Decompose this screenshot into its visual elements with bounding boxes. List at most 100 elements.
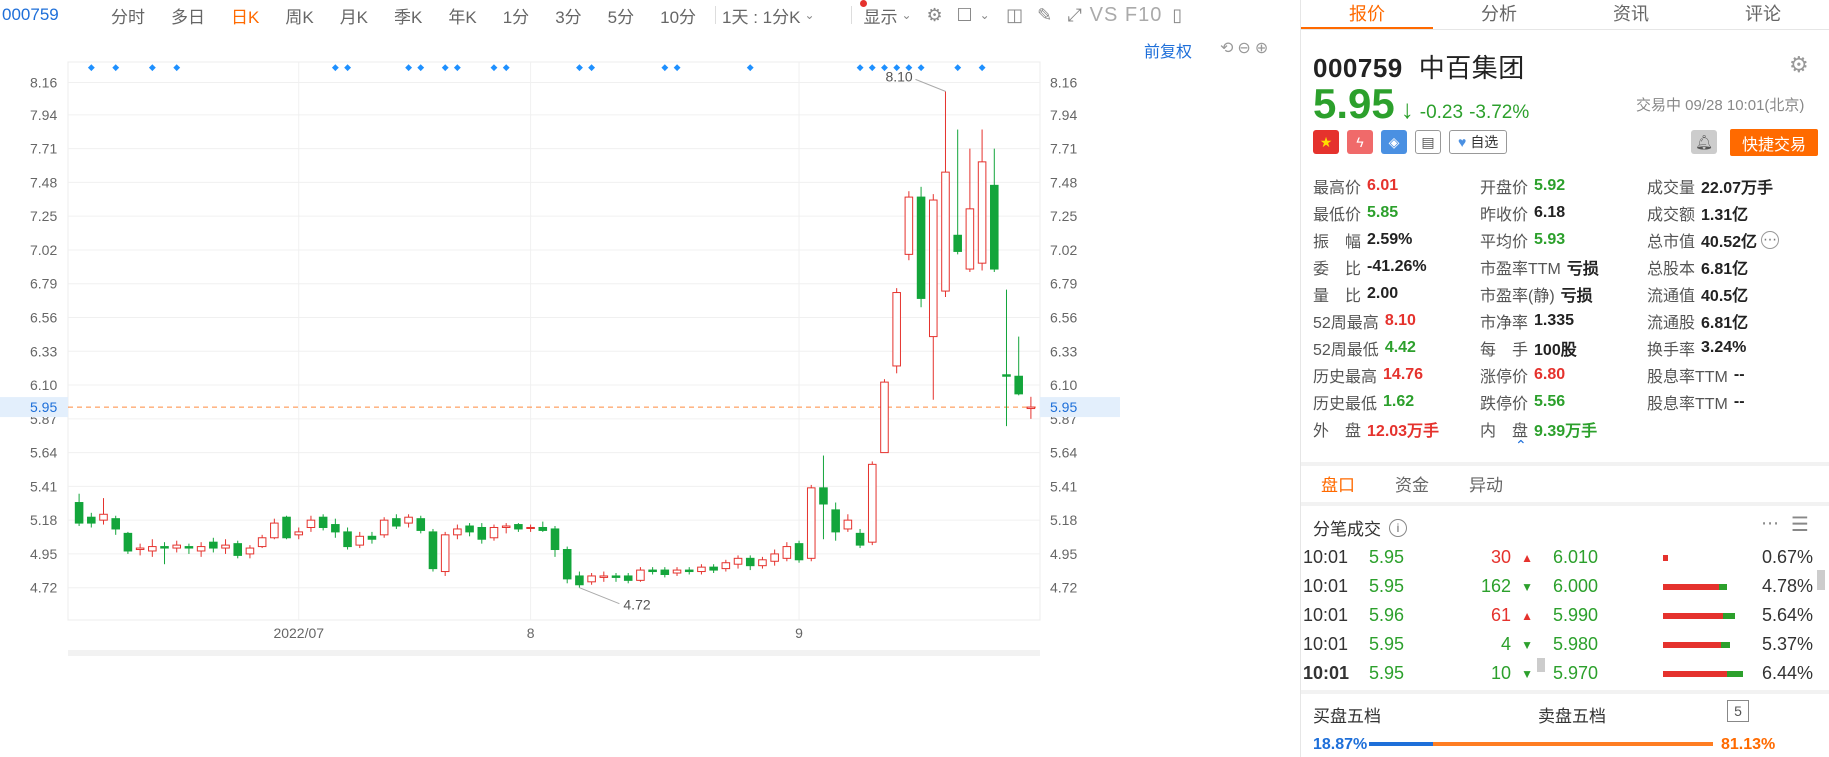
- candle[interactable]: [160, 542, 169, 565]
- settings-gear-icon[interactable]: ⚙: [1789, 52, 1809, 78]
- candle[interactable]: [892, 288, 901, 374]
- event-marker-icon[interactable]: ◆: [857, 62, 864, 72]
- candle[interactable]: [453, 524, 462, 540]
- candle[interactable]: [209, 537, 218, 553]
- candle[interactable]: [257, 534, 267, 549]
- candle[interactable]: [855, 528, 865, 549]
- chart-scrollbar[interactable]: [68, 650, 1040, 656]
- candle[interactable]: [111, 515, 120, 535]
- square-icon[interactable]: ☐: [950, 2, 980, 28]
- pencil-icon[interactable]: ✎: [1030, 2, 1060, 28]
- candle[interactable]: [904, 191, 914, 261]
- event-marker-icon[interactable]: ◆: [576, 62, 583, 72]
- event-marker-icon[interactable]: ◆: [417, 62, 424, 72]
- camera-icon[interactable]: ◫: [1000, 2, 1030, 28]
- event-marker-icon[interactable]: ◆: [149, 62, 156, 72]
- event-marker-icon[interactable]: ◆: [893, 62, 900, 72]
- event-marker-icon[interactable]: ◆: [442, 62, 449, 72]
- candle[interactable]: [501, 523, 511, 534]
- candle[interactable]: [916, 186, 926, 308]
- candle[interactable]: [392, 514, 401, 529]
- candle[interactable]: [770, 549, 779, 566]
- event-marker-icon[interactable]: ◆: [918, 62, 925, 72]
- candle[interactable]: [270, 518, 279, 540]
- sidebar-toggle-icon[interactable]: ▯: [1162, 2, 1192, 28]
- candle[interactable]: [721, 559, 731, 572]
- panel-tab[interactable]: 分析: [1433, 0, 1565, 29]
- kline-chart[interactable]: 8.16 8.16 7.94 7.94 7.71 7.71 7.48 7.48 7.25 7.25…: [0, 30, 1120, 757]
- candle[interactable]: [758, 556, 767, 569]
- gear-icon[interactable]: ⚙: [920, 2, 950, 28]
- candle[interactable]: [709, 564, 718, 574]
- event-marker-icon[interactable]: ◆: [674, 62, 681, 72]
- event-marker-icon[interactable]: ◆: [588, 62, 595, 72]
- fullscreen-icon[interactable]: ⤢: [1060, 2, 1090, 28]
- five-level-toggle[interactable]: 5: [1727, 700, 1749, 722]
- fast-trade-button[interactable]: 快捷交易: [1730, 129, 1818, 156]
- bookmark-icon[interactable]: ▤: [1415, 130, 1441, 154]
- zoom-out-icon[interactable]: ⊖: [1237, 38, 1250, 58]
- candle[interactable]: [123, 531, 133, 554]
- candle[interactable]: [636, 567, 645, 582]
- scrollbar-thumb[interactable]: [1537, 658, 1545, 672]
- list-icon[interactable]: ☰: [1791, 512, 1809, 537]
- candle[interactable]: [355, 531, 365, 549]
- period-tab[interactable]: 1分: [490, 3, 542, 28]
- more-icon[interactable]: ⋯: [1761, 230, 1780, 249]
- candle[interactable]: [428, 528, 438, 572]
- candle[interactable]: [587, 573, 596, 585]
- period-tab[interactable]: 日K: [218, 3, 272, 28]
- candle[interactable]: [611, 573, 621, 582]
- candle[interactable]: [575, 571, 584, 588]
- chevron-down-icon[interactable]: ⌄: [980, 8, 990, 22]
- panel-tab[interactable]: 报价: [1301, 0, 1433, 29]
- candle[interactable]: [184, 543, 194, 554]
- period-tab[interactable]: 周K: [272, 3, 326, 28]
- sub-tab[interactable]: 资金: [1375, 471, 1449, 496]
- chevron-up-icon[interactable]: ⌃: [1515, 437, 1527, 454]
- event-marker-icon[interactable]: ◆: [454, 62, 461, 72]
- period-tab[interactable]: 3分: [542, 3, 594, 28]
- candle[interactable]: [684, 567, 694, 575]
- event-marker-icon[interactable]: ◆: [747, 62, 754, 72]
- candle[interactable]: [867, 461, 877, 546]
- sub-tab[interactable]: 盘口: [1301, 471, 1375, 496]
- candle[interactable]: [782, 542, 792, 562]
- candle[interactable]: [221, 539, 230, 554]
- candle[interactable]: [282, 515, 291, 540]
- period-tab[interactable]: 月K: [327, 3, 381, 28]
- candle[interactable]: [697, 564, 706, 575]
- candle[interactable]: [465, 523, 474, 537]
- period-tab[interactable]: 分时: [98, 3, 158, 28]
- candle[interactable]: [794, 540, 804, 563]
- candle[interactable]: [343, 527, 352, 550]
- candle[interactable]: [977, 129, 987, 271]
- undo-icon[interactable]: ⟲: [1220, 38, 1233, 58]
- candle[interactable]: [74, 493, 84, 527]
- sub-tab[interactable]: 异动: [1449, 471, 1523, 496]
- candle[interactable]: [294, 527, 304, 540]
- event-marker-icon[interactable]: ◆: [503, 62, 510, 72]
- candle[interactable]: [990, 148, 999, 272]
- event-marker-icon[interactable]: ◆: [88, 62, 95, 72]
- candle[interactable]: [318, 514, 328, 531]
- candle[interactable]: [367, 531, 377, 544]
- panel-tab[interactable]: 评论: [1697, 0, 1829, 29]
- event-marker-icon[interactable]: ◆: [905, 62, 912, 72]
- candle[interactable]: [806, 484, 816, 562]
- candle[interactable]: [172, 540, 182, 553]
- info-icon[interactable]: i: [1389, 518, 1407, 537]
- candle[interactable]: [843, 514, 853, 532]
- candle[interactable]: [623, 573, 633, 584]
- event-marker-icon[interactable]: ◆: [661, 62, 668, 72]
- candle[interactable]: [404, 514, 413, 528]
- candle[interactable]: [245, 545, 255, 559]
- candle[interactable]: [660, 567, 670, 578]
- candle[interactable]: [1014, 336, 1023, 396]
- panel-tab[interactable]: 资讯: [1565, 0, 1697, 29]
- candle[interactable]: [672, 567, 682, 576]
- candle[interactable]: [880, 379, 889, 454]
- event-marker-icon[interactable]: ◆: [869, 62, 876, 72]
- period-tab[interactable]: 季K: [381, 3, 435, 28]
- candle[interactable]: [99, 498, 108, 525]
